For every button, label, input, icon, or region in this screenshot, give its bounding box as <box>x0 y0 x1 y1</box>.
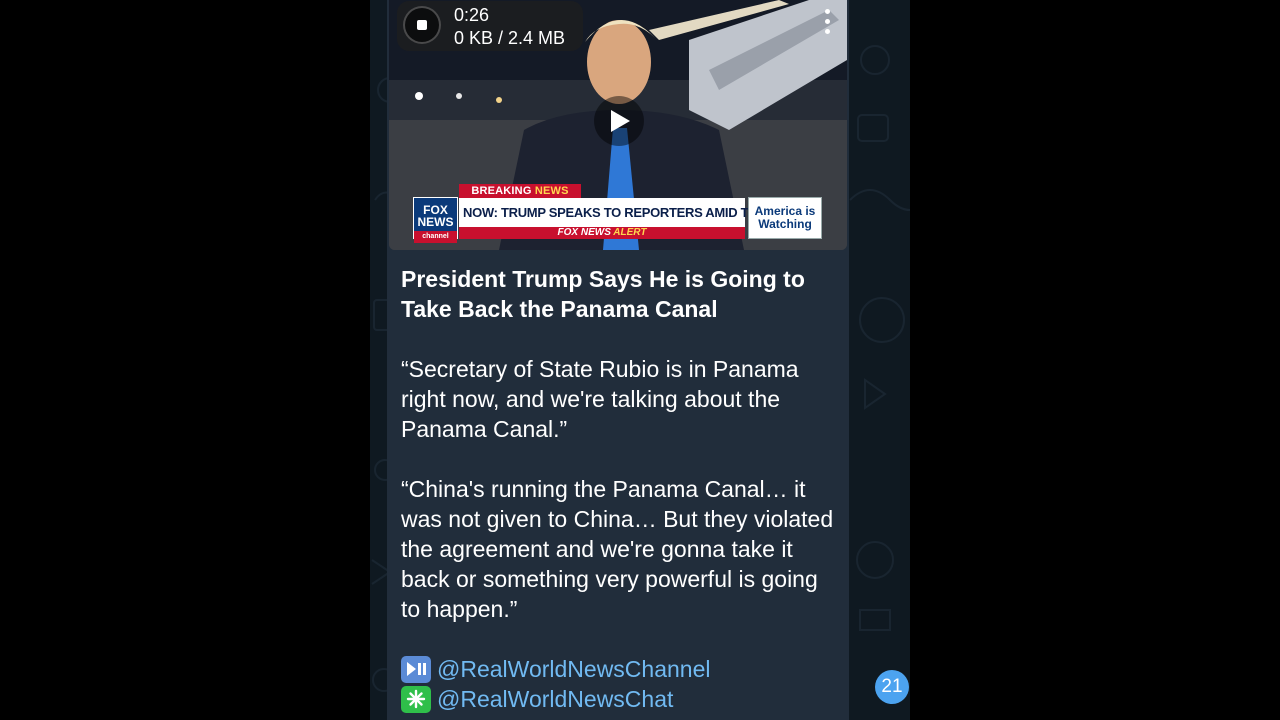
fox-news-logo: FOX NEWS channel <box>413 197 458 243</box>
fox-news-alert-bar: FOX NEWS ALERT <box>459 227 745 239</box>
channel-link-row[interactable]: @RealWorldNewsChannel <box>401 654 837 684</box>
play-button[interactable] <box>594 96 644 146</box>
chat-link[interactable]: @RealWorldNewsChat <box>437 684 673 714</box>
more-options-icon[interactable] <box>818 6 838 38</box>
play-pause-emoji-icon <box>401 655 431 683</box>
channel-link[interactable]: @RealWorldNewsChannel <box>437 654 710 684</box>
breaking-news-tag: BREAKING NEWS <box>459 184 581 198</box>
chat-link-row[interactable]: @RealWorldNewsChat <box>401 684 837 714</box>
play-icon <box>611 110 630 132</box>
sparkle-emoji-icon <box>401 685 431 713</box>
stop-download-icon[interactable] <box>417 20 427 30</box>
quote-rubio: “Secretary of State Rubio is in Panama r… <box>401 356 799 442</box>
chyron-headline: NOW: TRUMP SPEAKS TO REPORTERS AMID TRAD… <box>459 198 817 227</box>
video-elapsed-time: 0:26 <box>454 5 490 25</box>
america-is-watching-box: America is Watching <box>748 197 822 239</box>
download-size: 0 KB / 2.4 MB <box>454 28 566 48</box>
channel-links: @RealWorldNewsChannel @RealWorldNewsChat <box>401 654 837 714</box>
quote-china: “China's running the Panama Canal… it wa… <box>401 476 834 622</box>
unread-count-badge[interactable]: 21 <box>875 670 909 704</box>
post-title: President Trump Says He is Going to Take… <box>401 266 805 322</box>
message-text: President Trump Says He is Going to Take… <box>401 264 837 714</box>
